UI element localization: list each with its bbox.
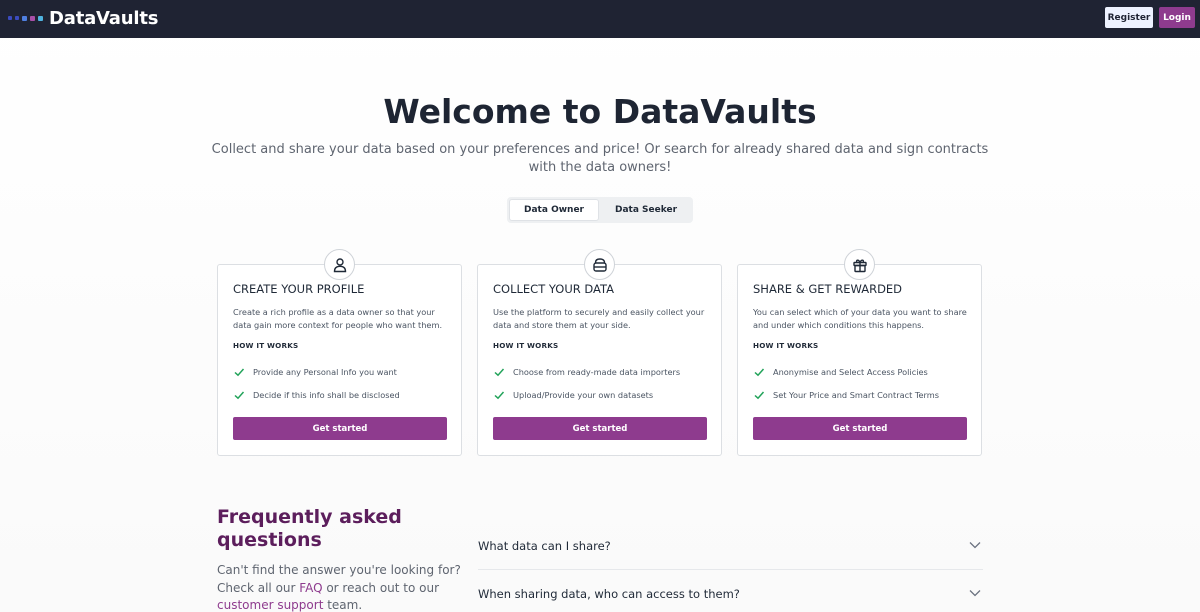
feature-text: Set Your Price and Smart Contract Terms	[773, 390, 940, 400]
how-it-works-label: HOW IT WORKS	[233, 341, 299, 350]
feature-text: Upload/Provide your own datasets	[513, 390, 654, 400]
logo-mark-icon	[8, 15, 43, 21]
faq-divider	[478, 569, 983, 570]
feature-text: Choose from ready-made data importers	[513, 367, 681, 377]
card-description: Create a rich profile as a data owner so…	[233, 307, 443, 330]
chevron-down-icon	[969, 590, 981, 597]
faq-heading: Frequently asked questions	[217, 506, 402, 551]
logo-dot	[8, 16, 12, 20]
logo-dot	[15, 16, 19, 20]
page-title: Welcome to DataVaults	[383, 92, 817, 131]
feature-card-collect: COLLECT YOUR DATA Use the platform to se…	[477, 249, 722, 456]
check-icon	[494, 368, 505, 377]
logo-dot	[38, 15, 43, 21]
feature-item: Choose from ready-made data importers	[493, 366, 680, 378]
faq-description: Can't find the answer you're looking for…	[217, 562, 469, 612]
card-title: COLLECT YOUR DATA	[493, 282, 615, 296]
card-description: Use the platform to securely and easily …	[493, 307, 705, 330]
faq-question-item[interactable]: When sharing data, who can access to the…	[478, 587, 983, 612]
check-icon	[754, 391, 765, 400]
how-it-works-label: HOW IT WORKS	[753, 341, 819, 350]
feature-text: Provide any Personal Info you want	[253, 367, 397, 377]
feature-card-share: SHARE & GET REWARDED You can select whic…	[737, 249, 982, 456]
user-icon	[324, 249, 355, 280]
faq-question-text: When sharing data, who can access to the…	[478, 587, 740, 601]
page-subtitle: Collect and share your data based on you…	[211, 142, 989, 175]
faq-link[interactable]: FAQ	[299, 581, 322, 595]
logo-dot	[22, 15, 27, 21]
check-icon	[234, 391, 245, 400]
customer-support-link[interactable]: customer support	[217, 598, 323, 612]
top-navbar: DataVaults Register Login	[0, 0, 1200, 38]
feature-item: Upload/Provide your own datasets	[493, 389, 653, 401]
how-it-works-label: HOW IT WORKS	[493, 341, 559, 350]
faq-desc-text: or reach out to our	[322, 580, 440, 595]
faq-desc-text: team.	[323, 598, 363, 612]
get-started-button[interactable]: Get started	[493, 417, 707, 440]
get-started-button[interactable]: Get started	[233, 417, 447, 440]
register-button[interactable]: Register	[1105, 7, 1153, 28]
gift-icon	[844, 249, 875, 280]
feature-item: Decide if this info shall be disclosed	[233, 389, 400, 401]
role-toggle: Data Owner Data Seeker	[507, 197, 693, 223]
faq-question-text: What data can I share?	[478, 539, 611, 553]
login-button[interactable]: Login	[1159, 7, 1195, 28]
feature-item: Anonymise and Select Access Policies	[753, 366, 928, 378]
feature-text: Anonymise and Select Access Policies	[773, 367, 928, 377]
feature-text: Decide if this info shall be disclosed	[253, 390, 400, 400]
brand-logo[interactable]: DataVaults	[8, 5, 158, 31]
toggle-data-seeker[interactable]: Data Seeker	[601, 199, 691, 221]
card-title: CREATE YOUR PROFILE	[233, 282, 365, 296]
feature-item: Provide any Personal Info you want	[233, 366, 397, 378]
chevron-down-icon	[969, 542, 981, 549]
toggle-data-owner[interactable]: Data Owner	[509, 199, 599, 221]
get-started-button[interactable]: Get started	[753, 417, 967, 440]
check-icon	[234, 368, 245, 377]
feature-item: Set Your Price and Smart Contract Terms	[753, 389, 939, 401]
faq-question-item[interactable]: What data can I share?	[478, 539, 983, 587]
card-description: You can select which of your data you wa…	[753, 307, 967, 330]
check-icon	[754, 368, 765, 377]
brand-name: DataVaults	[49, 7, 159, 29]
database-icon	[584, 249, 615, 280]
card-title: SHARE & GET REWARDED	[753, 282, 903, 296]
logo-dot	[30, 15, 35, 21]
feature-card-profile: CREATE YOUR PROFILE Create a rich profil…	[217, 249, 462, 456]
check-icon	[494, 391, 505, 400]
